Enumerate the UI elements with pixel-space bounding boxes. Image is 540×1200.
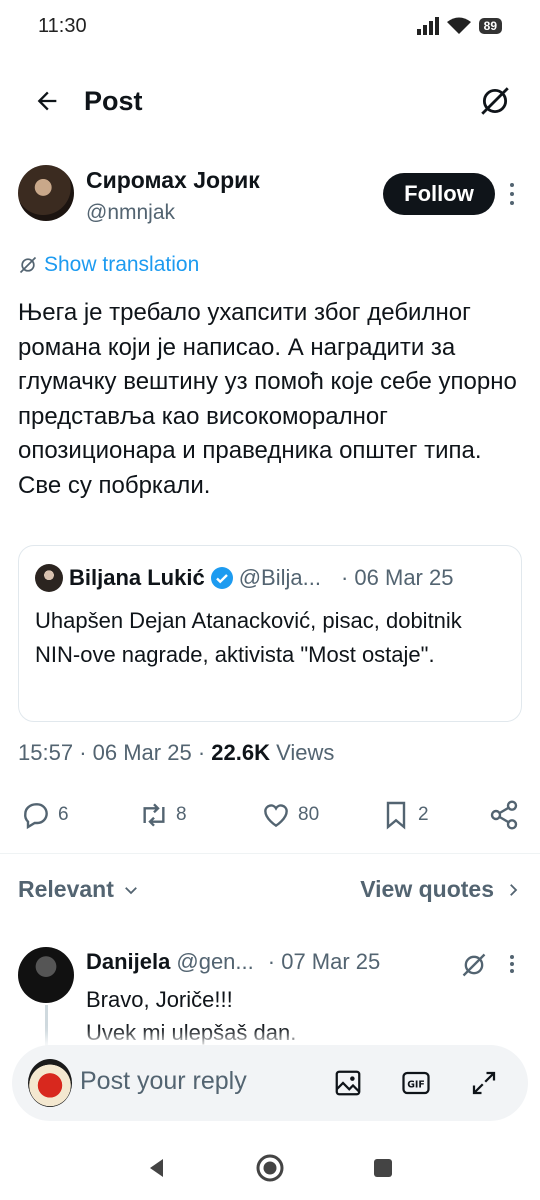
status-bar: 11:30 89 bbox=[0, 0, 540, 52]
avatar[interactable] bbox=[18, 947, 74, 1003]
back-button[interactable] bbox=[24, 78, 70, 124]
reply-text-line: Bravo, Joriče!!! bbox=[86, 987, 233, 1012]
quote-text: Uhapšen Dejan Atanacković, pisac, dobitn… bbox=[35, 608, 462, 667]
show-translation-label: Show translation bbox=[44, 253, 200, 276]
svg-text:GIF: GIF bbox=[407, 1079, 425, 1090]
meta-separator: · bbox=[197, 740, 206, 765]
reply-author-handle[interactable]: @gen... bbox=[176, 949, 253, 975]
like-icon bbox=[264, 804, 288, 828]
like-count: 80 bbox=[298, 804, 320, 825]
wifi-icon bbox=[446, 17, 471, 34]
repost-icon bbox=[143, 803, 165, 827]
author-handle[interactable]: @nmnjak bbox=[86, 201, 175, 225]
gif-button[interactable]: GIF bbox=[398, 1065, 434, 1101]
nav-home-icon bbox=[256, 1154, 284, 1182]
reply-header: Danijela @gen... · 07 Mar 25 bbox=[86, 949, 380, 975]
divider bbox=[0, 853, 540, 854]
translate-icon bbox=[19, 256, 37, 274]
page-title: Post bbox=[84, 85, 143, 116]
sort-dropdown[interactable]: Relevant bbox=[18, 876, 140, 903]
avatar bbox=[35, 564, 63, 592]
share-button[interactable] bbox=[488, 795, 520, 835]
more-icon[interactable] bbox=[504, 179, 520, 209]
post-author: Сиромах Јорик @nmnjak Follow bbox=[18, 165, 522, 227]
status-time: 11:30 bbox=[38, 14, 87, 37]
top-app-bar: Post bbox=[0, 70, 540, 132]
translate-icon[interactable] bbox=[460, 951, 488, 979]
gif-icon: GIF bbox=[402, 1071, 430, 1095]
repost-button[interactable]: 8 bbox=[138, 795, 187, 835]
avatar bbox=[28, 1059, 72, 1107]
quote-header: Biljana Lukić @Bilja... · 06 Mar 25 bbox=[35, 564, 453, 592]
reply-icon bbox=[24, 803, 48, 830]
translate-button[interactable] bbox=[474, 80, 516, 122]
nav-back-button[interactable] bbox=[142, 1153, 172, 1183]
status-icons: 89 bbox=[416, 17, 502, 35]
post-meta: 15:57 · 06 Mar 25 · 22.6K Views bbox=[18, 740, 334, 766]
bookmark-button[interactable]: 2 bbox=[380, 795, 429, 835]
avatar[interactable] bbox=[18, 165, 74, 221]
back-arrow-icon bbox=[37, 91, 57, 111]
follow-button[interactable]: Follow bbox=[383, 173, 495, 215]
nav-recents-icon bbox=[374, 1159, 392, 1177]
quote-date: · 06 Mar 25 bbox=[340, 565, 454, 590]
bookmark-count: 2 bbox=[418, 804, 429, 825]
repost-count: 8 bbox=[176, 804, 187, 825]
reply-date: · 07 Mar 25 bbox=[267, 949, 381, 974]
reply-post[interactable]: Danijela @gen... · 07 Mar 25 Bravo, Jori… bbox=[18, 945, 522, 1065]
author-name[interactable]: Сиромах Јорик bbox=[86, 167, 260, 194]
quote-author-handle: @Bilja... bbox=[238, 565, 321, 590]
chevron-right-icon bbox=[510, 883, 518, 896]
image-button[interactable] bbox=[330, 1065, 366, 1101]
post-text: Њега је требало ухапсити због дебилног р… bbox=[18, 299, 517, 499]
view-quotes-link[interactable]: View quotes bbox=[360, 876, 522, 903]
reply-button[interactable]: 6 bbox=[20, 795, 69, 835]
reply-composer[interactable]: Post your reply GIF bbox=[12, 1045, 528, 1121]
signal-icon bbox=[416, 17, 439, 35]
view-quotes-label: View quotes bbox=[360, 876, 494, 902]
expand-button[interactable] bbox=[466, 1065, 502, 1101]
nav-recents-button[interactable] bbox=[368, 1153, 398, 1183]
quote-author-name: Biljana Lukić bbox=[69, 565, 205, 590]
share-icon bbox=[490, 800, 518, 830]
quoted-post[interactable]: Biljana Lukić @Bilja... · 06 Mar 25 Uhap… bbox=[18, 545, 522, 722]
meta-separator: · bbox=[79, 740, 87, 765]
battery-indicator: 89 bbox=[478, 18, 502, 34]
reply-text: Bravo, Joriče!!! Uvek mi ulepšaš dan. bbox=[86, 983, 296, 1049]
post-actions: 6 8 80 2 bbox=[18, 795, 522, 835]
nav-back-icon bbox=[150, 1159, 163, 1177]
image-icon bbox=[335, 1070, 361, 1096]
like-button[interactable]: 80 bbox=[260, 795, 319, 835]
post-date: 06 Mar 25 bbox=[92, 740, 192, 765]
post-time: 15:57 bbox=[18, 740, 74, 765]
verified-icon bbox=[210, 567, 233, 589]
replies-filter-row: Relevant View quotes bbox=[18, 872, 522, 912]
show-translation-link[interactable]: Show translation bbox=[18, 253, 199, 277]
reply-count: 6 bbox=[58, 804, 69, 825]
system-nav-bar bbox=[0, 1135, 540, 1200]
views-label: Views bbox=[276, 740, 335, 765]
reply-author-name[interactable]: Danijela bbox=[86, 949, 170, 975]
chevron-down-icon bbox=[124, 886, 137, 894]
more-icon[interactable] bbox=[504, 953, 520, 975]
reply-input[interactable]: Post your reply bbox=[80, 1067, 247, 1096]
sort-label: Relevant bbox=[18, 876, 114, 902]
views-count: 22.6K bbox=[211, 740, 270, 765]
translate-icon bbox=[481, 87, 509, 115]
bookmark-icon bbox=[386, 801, 406, 830]
expand-icon bbox=[472, 1071, 496, 1095]
nav-home-button[interactable] bbox=[255, 1153, 285, 1183]
